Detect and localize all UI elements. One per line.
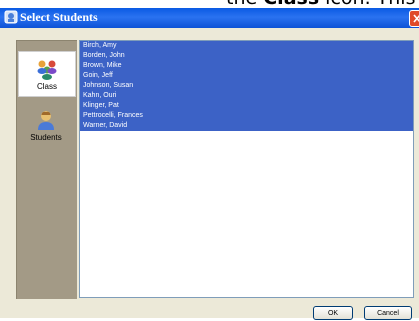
list-item[interactable]: Pettrocelli, Frances [80, 111, 413, 121]
sidebar-item-students[interactable]: Students [17, 103, 75, 143]
window-title: Select Students [20, 10, 98, 24]
list-item[interactable]: Birch, Amy [80, 41, 413, 51]
list-item[interactable]: Warner, David [80, 121, 413, 131]
close-button[interactable] [409, 10, 419, 27]
app-icon [4, 10, 18, 24]
list-item[interactable]: Klinger, Pat [80, 101, 413, 111]
select-students-dialog: Select Students Class Students Birch, Am… [0, 8, 419, 320]
list-item[interactable]: Johnson, Susan [80, 81, 413, 91]
sidebar-item-class[interactable]: Class [18, 51, 76, 97]
sidebar-item-label: Students [30, 133, 62, 142]
list-item[interactable]: Kahn, Ouri [80, 91, 413, 101]
category-sidebar: Class Students [16, 40, 77, 299]
sidebar-item-label: Class [36, 82, 57, 91]
list-item[interactable]: Borden, John [80, 51, 413, 61]
students-list[interactable]: Birch, Amy Borden, John Brown, Mike Goin… [79, 40, 414, 298]
title-bar[interactable]: Select Students [0, 8, 419, 28]
list-item[interactable]: Brown, Mike [80, 61, 413, 71]
list-item[interactable]: Goin, Jeff [80, 71, 413, 81]
close-icon [413, 14, 419, 23]
class-group-icon [37, 60, 57, 80]
student-person-icon [38, 111, 54, 130]
